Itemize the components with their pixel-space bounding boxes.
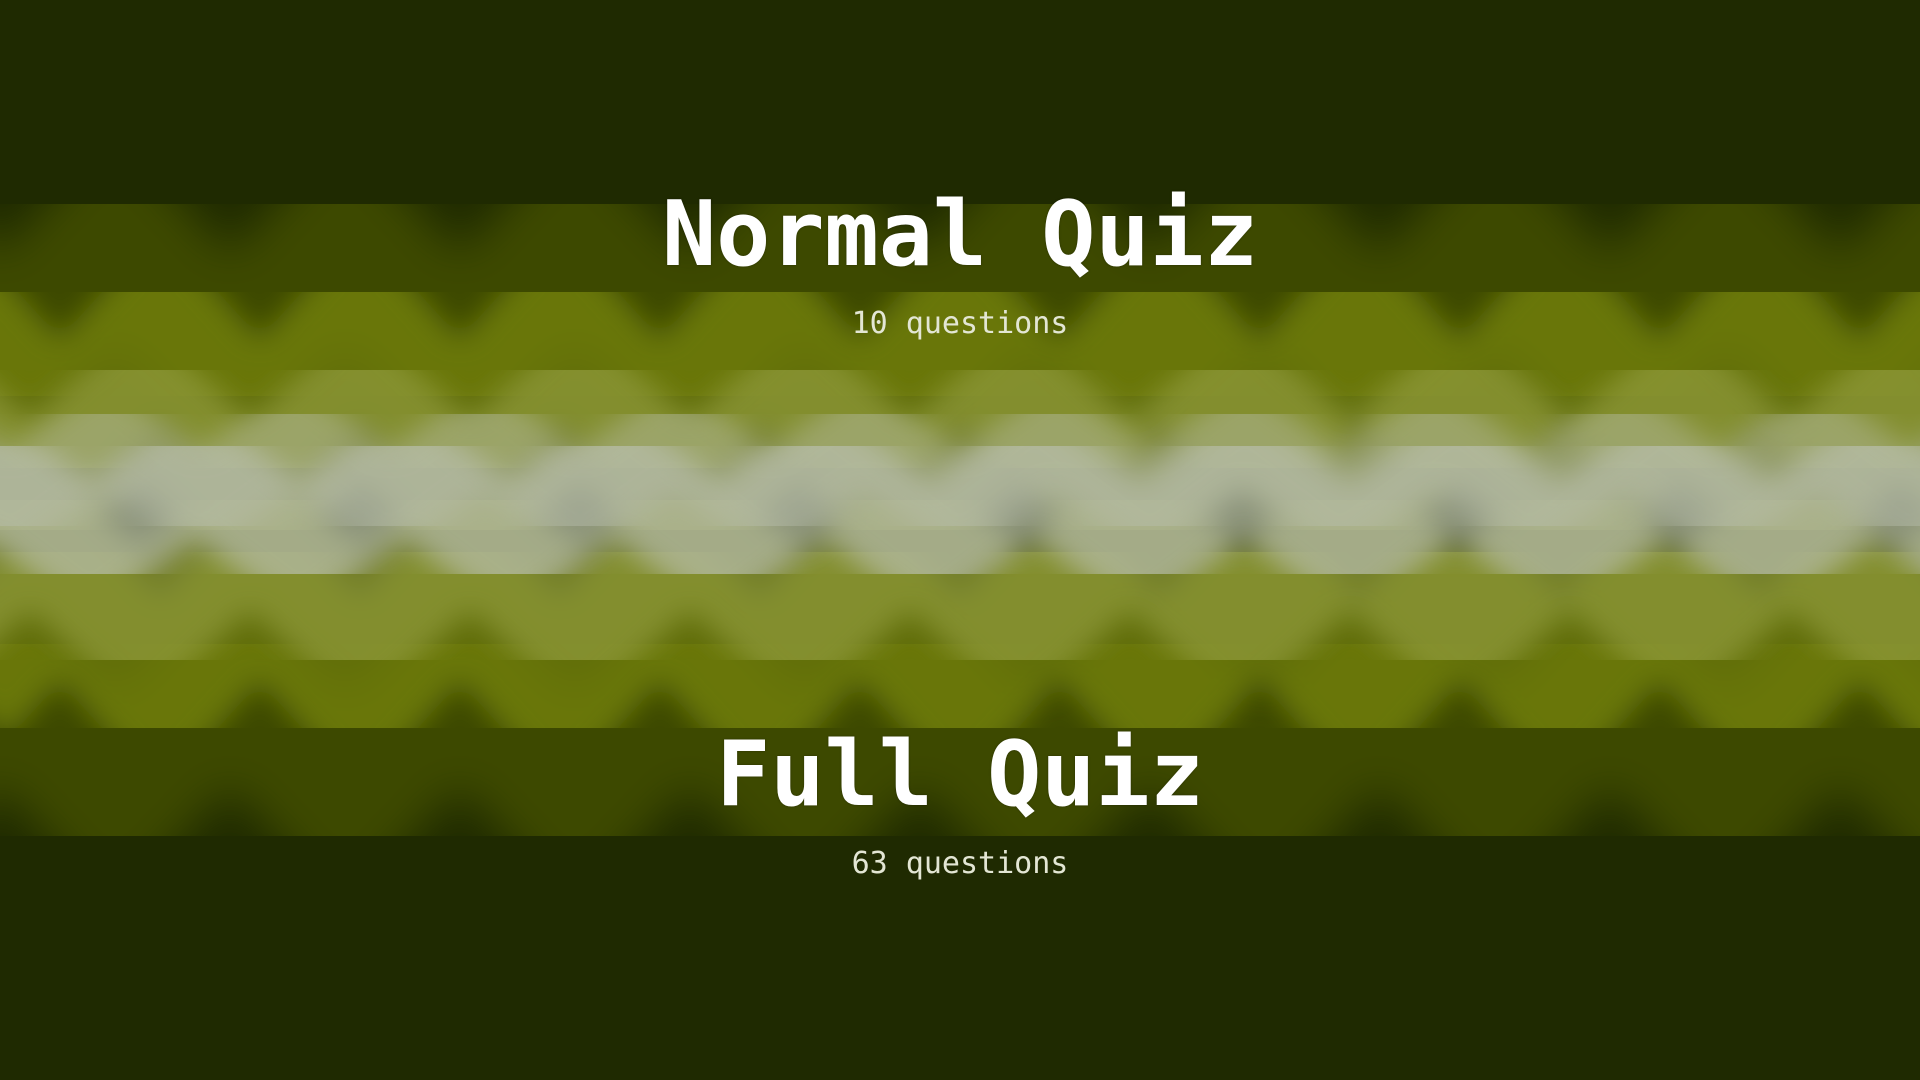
normal-quiz-option[interactable]: Normal Quiz 10 questions <box>0 180 1920 344</box>
normal-quiz-question-count: 10 questions <box>851 306 1069 341</box>
full-quiz-question-count: 63 questions <box>851 846 1069 881</box>
normal-quiz-title[interactable]: Normal Quiz <box>0 180 1920 290</box>
full-quiz-title[interactable]: Full Quiz <box>0 720 1920 830</box>
zigzag-wave-background <box>0 0 1920 1080</box>
full-quiz-option[interactable]: Full Quiz 63 questions <box>0 720 1920 884</box>
wave-canvas <box>0 131 1920 909</box>
